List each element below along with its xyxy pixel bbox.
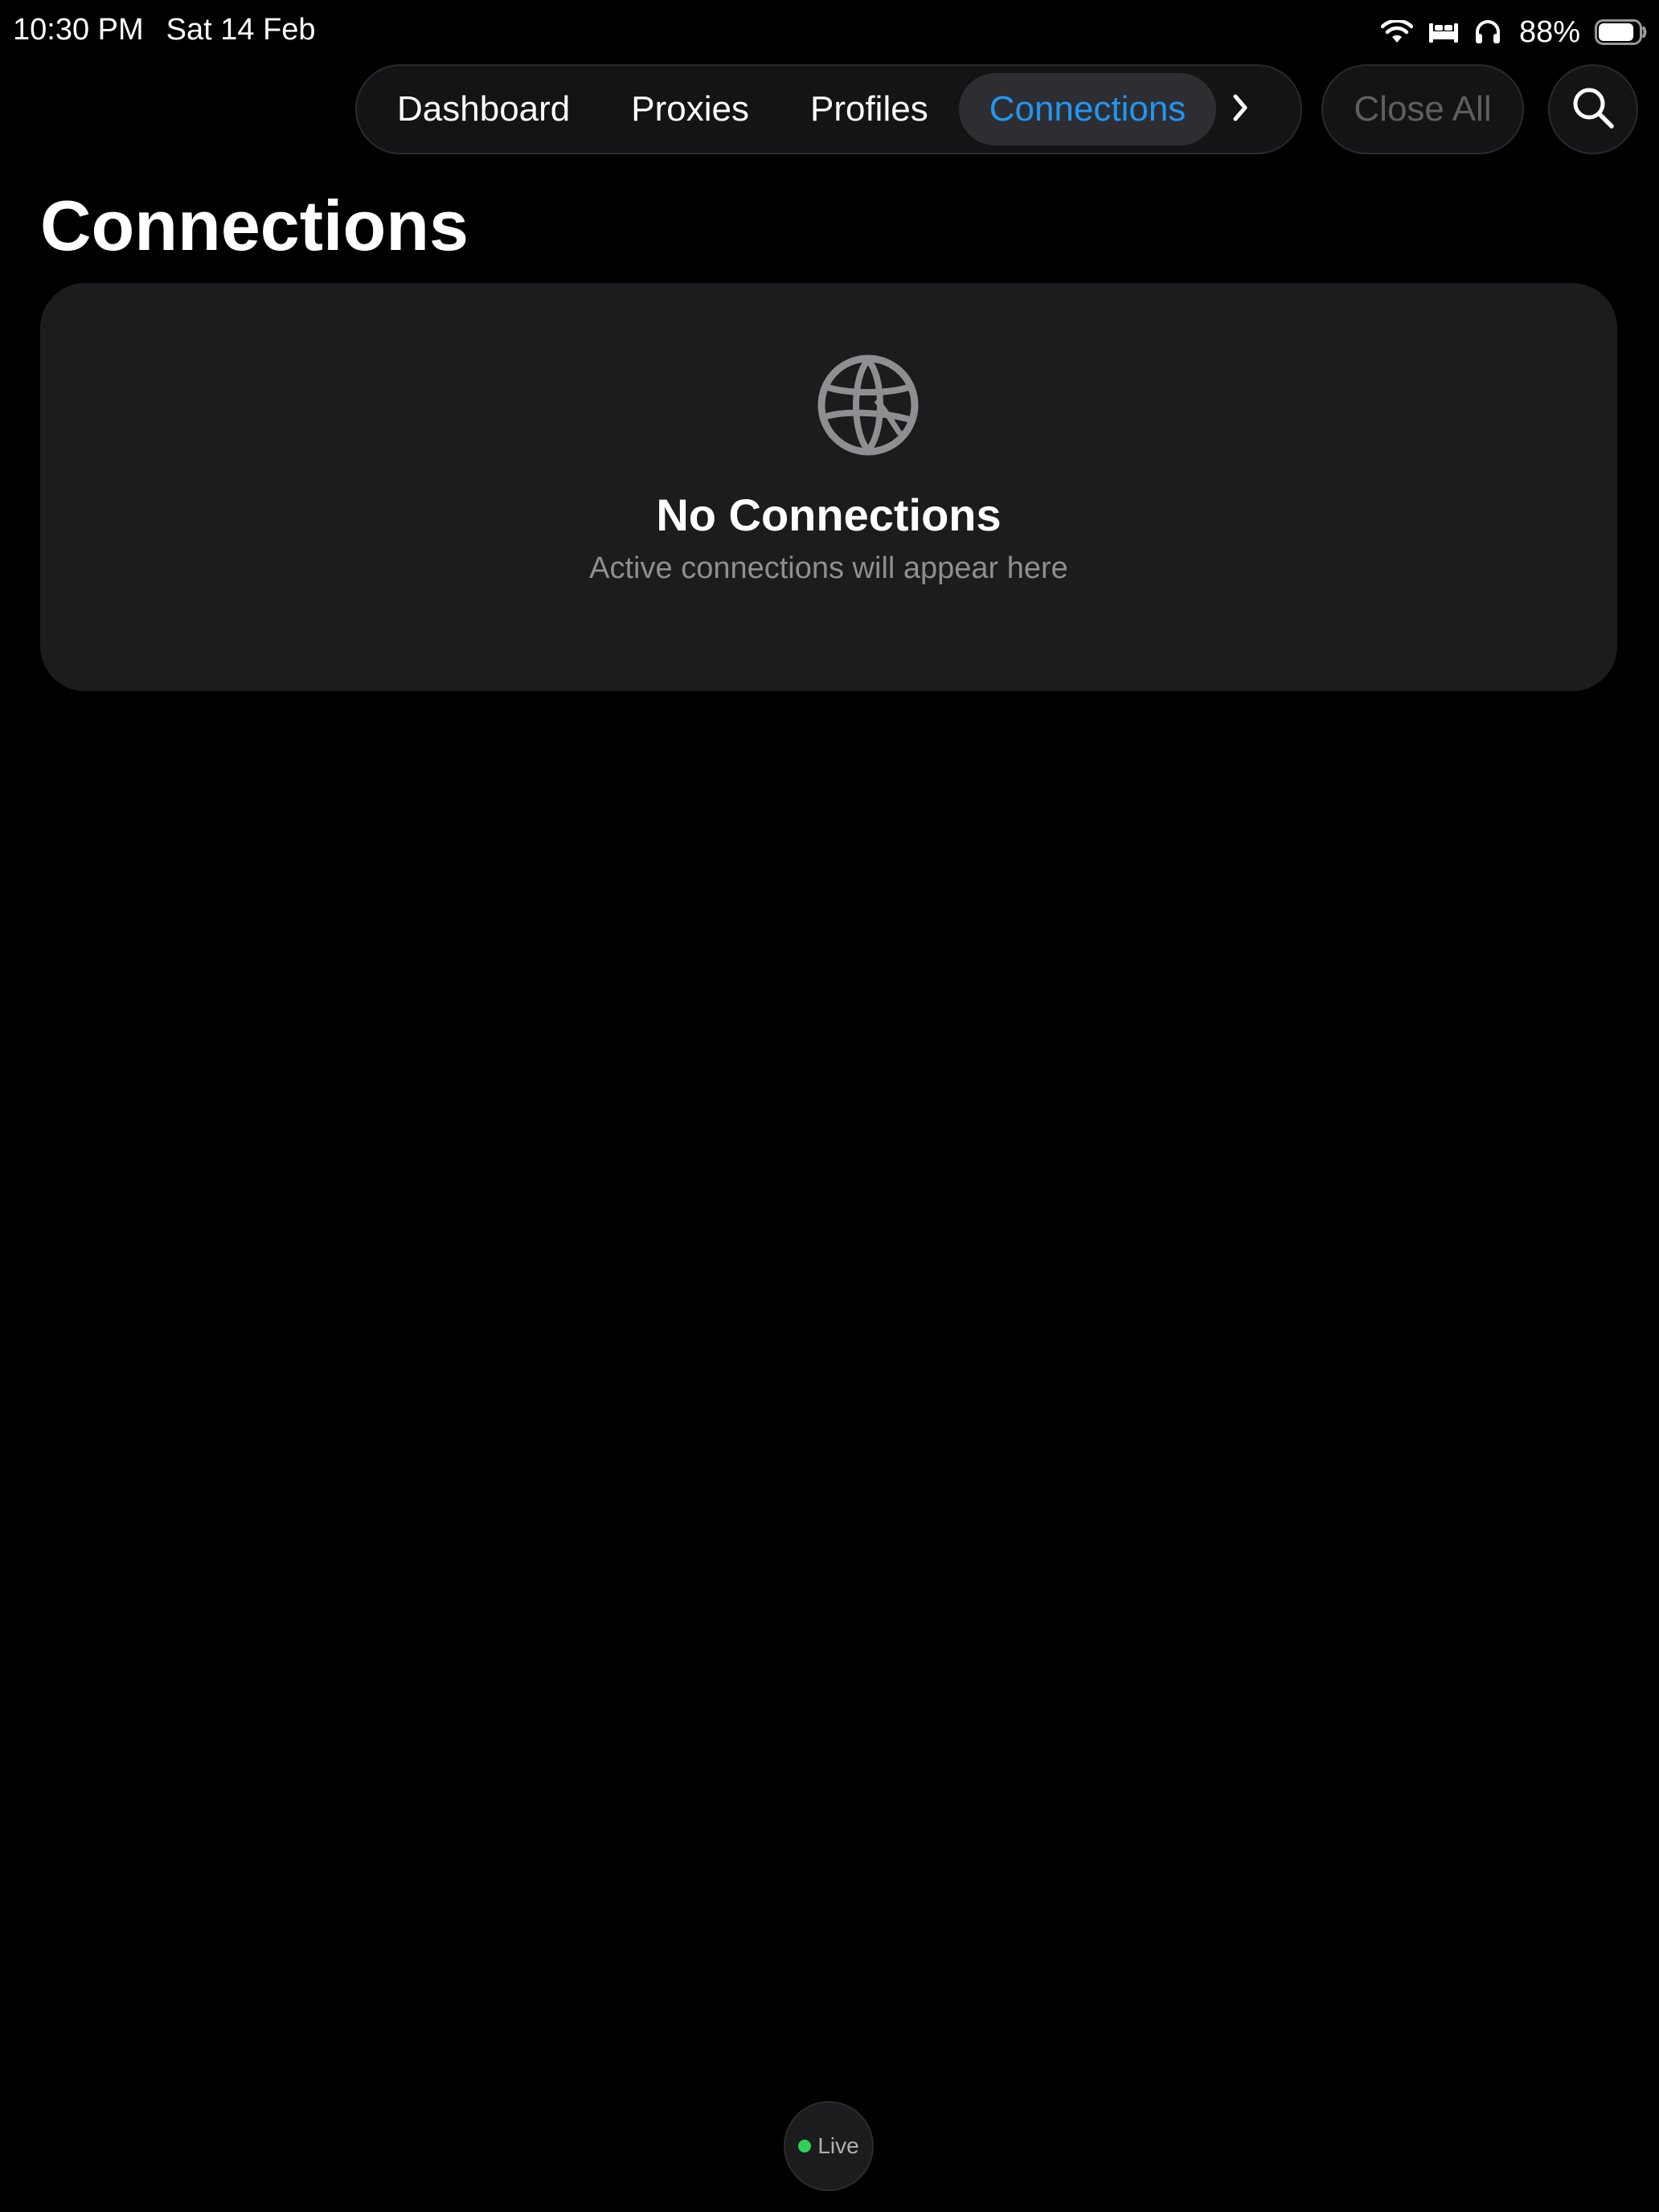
close-all-button[interactable]: Close All (1321, 64, 1524, 154)
search-icon (1571, 85, 1616, 134)
battery-icon (1595, 19, 1648, 45)
tab-connections[interactable]: Connections (958, 73, 1217, 145)
status-time: 10:30 PM (13, 13, 144, 47)
page-title: Connections (40, 186, 469, 265)
chevron-right-icon (1229, 92, 1251, 128)
empty-state-title: No Connections (656, 490, 1002, 540)
tab-profiles[interactable]: Profiles (780, 73, 959, 145)
empty-state-card: No Connections Active connections will a… (40, 283, 1617, 691)
globe-icon (817, 354, 920, 457)
live-label: Live (817, 2133, 859, 2158)
wifi-icon (1380, 20, 1413, 44)
tab-proxies[interactable]: Proxies (600, 73, 780, 145)
search-button[interactable] (1548, 64, 1638, 154)
status-date: Sat 14 Feb (166, 13, 316, 47)
status-bar-indicators: 88% (1380, 13, 1648, 51)
live-status-dot (798, 2140, 812, 2153)
status-bar-time: 10:30 PM Sat 14 Feb (13, 13, 316, 47)
live-indicator[interactable]: Live (784, 2101, 874, 2191)
battery-percentage: 88% (1518, 14, 1580, 49)
tab-bar: Dashboard Proxies Profiles Connections (355, 64, 1302, 154)
more-tabs-button[interactable] (1216, 73, 1264, 145)
tab-dashboard[interactable]: Dashboard (367, 73, 600, 145)
headphones-icon (1474, 19, 1501, 45)
bed-icon (1428, 20, 1460, 44)
empty-state-subtitle: Active connections will appear here (589, 551, 1068, 585)
